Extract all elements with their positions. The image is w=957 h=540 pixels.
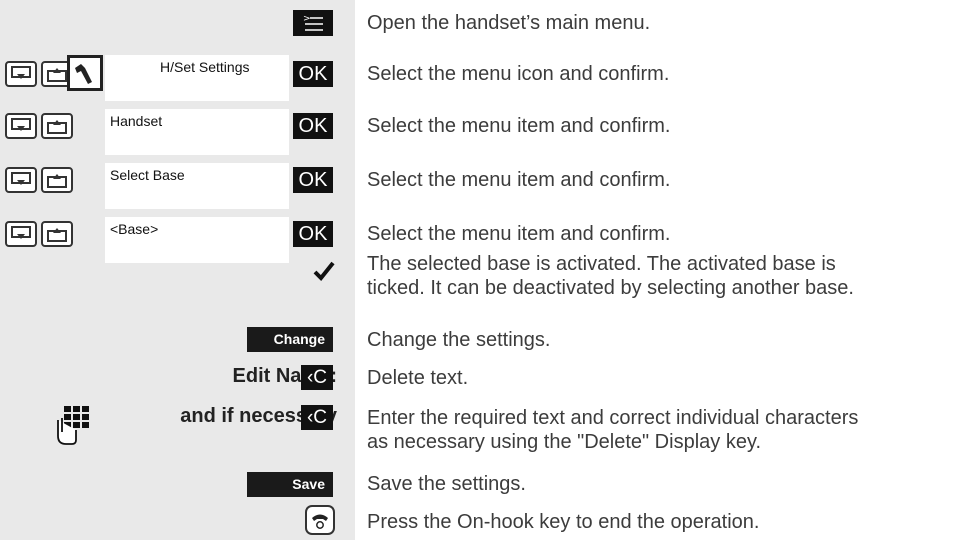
save-softkey: Save xyxy=(247,472,333,497)
ok-key: OK xyxy=(293,61,333,87)
display-field: H/Set Settings xyxy=(105,55,289,101)
nav-down-key-icon xyxy=(5,113,37,139)
step-description-line1: Enter the required text and correct indi… xyxy=(367,407,859,429)
keypad-icon xyxy=(56,406,94,451)
display-text: Select Base xyxy=(110,167,185,183)
change-softkey: Change xyxy=(247,327,333,352)
nav-up-key-icon xyxy=(41,113,73,139)
on-hook-key-icon xyxy=(305,505,335,540)
nav-up-key-icon xyxy=(41,167,73,193)
checkmark-icon xyxy=(313,260,335,287)
display-field: <Base> xyxy=(105,217,289,263)
step-description: Select the menu item and confirm. xyxy=(367,115,671,137)
nav-up-key-icon xyxy=(41,221,73,247)
delete-key: ‹C xyxy=(301,405,333,430)
nav-down-key-icon xyxy=(5,61,37,87)
step-description: Change the settings. xyxy=(367,329,551,351)
display-text: <Base> xyxy=(110,221,159,237)
step-description: Select the menu item and confirm. xyxy=(367,223,671,245)
nav-down-key-icon xyxy=(5,167,37,193)
main-menu-icon: > xyxy=(293,10,333,36)
ok-key: OK xyxy=(293,221,333,247)
step-description: Delete text. xyxy=(367,367,469,389)
step-description: Select the menu item and confirm. xyxy=(367,169,671,191)
step-description-line2: as necessary using the "Delete" Display … xyxy=(367,431,762,453)
step-description: Press the On-hook key to end the operati… xyxy=(367,511,760,533)
display-text: Handset xyxy=(110,113,163,129)
step-description: Save the settings. xyxy=(367,473,526,495)
step-description-line1: The selected base is activated. The acti… xyxy=(367,253,836,275)
display-text: H/Set Settings xyxy=(160,59,250,75)
manual-page: > Open the handset’s main menu. H/Set Se… xyxy=(0,0,957,540)
step-description: Open the handset’s main menu. xyxy=(367,12,651,34)
ok-key: OK xyxy=(293,167,333,193)
nav-down-key-icon xyxy=(5,221,37,247)
wrench-icon xyxy=(67,55,103,91)
ok-key: OK xyxy=(293,113,333,139)
delete-key: ‹C xyxy=(301,365,333,390)
display-field: Handset xyxy=(105,109,289,155)
step-description: Select the menu icon and confirm. xyxy=(367,63,670,85)
display-field: Select Base xyxy=(105,163,289,209)
step-description-line2: ticked. It can be deactivated by selecti… xyxy=(367,277,854,299)
svg-text:>: > xyxy=(303,14,311,24)
